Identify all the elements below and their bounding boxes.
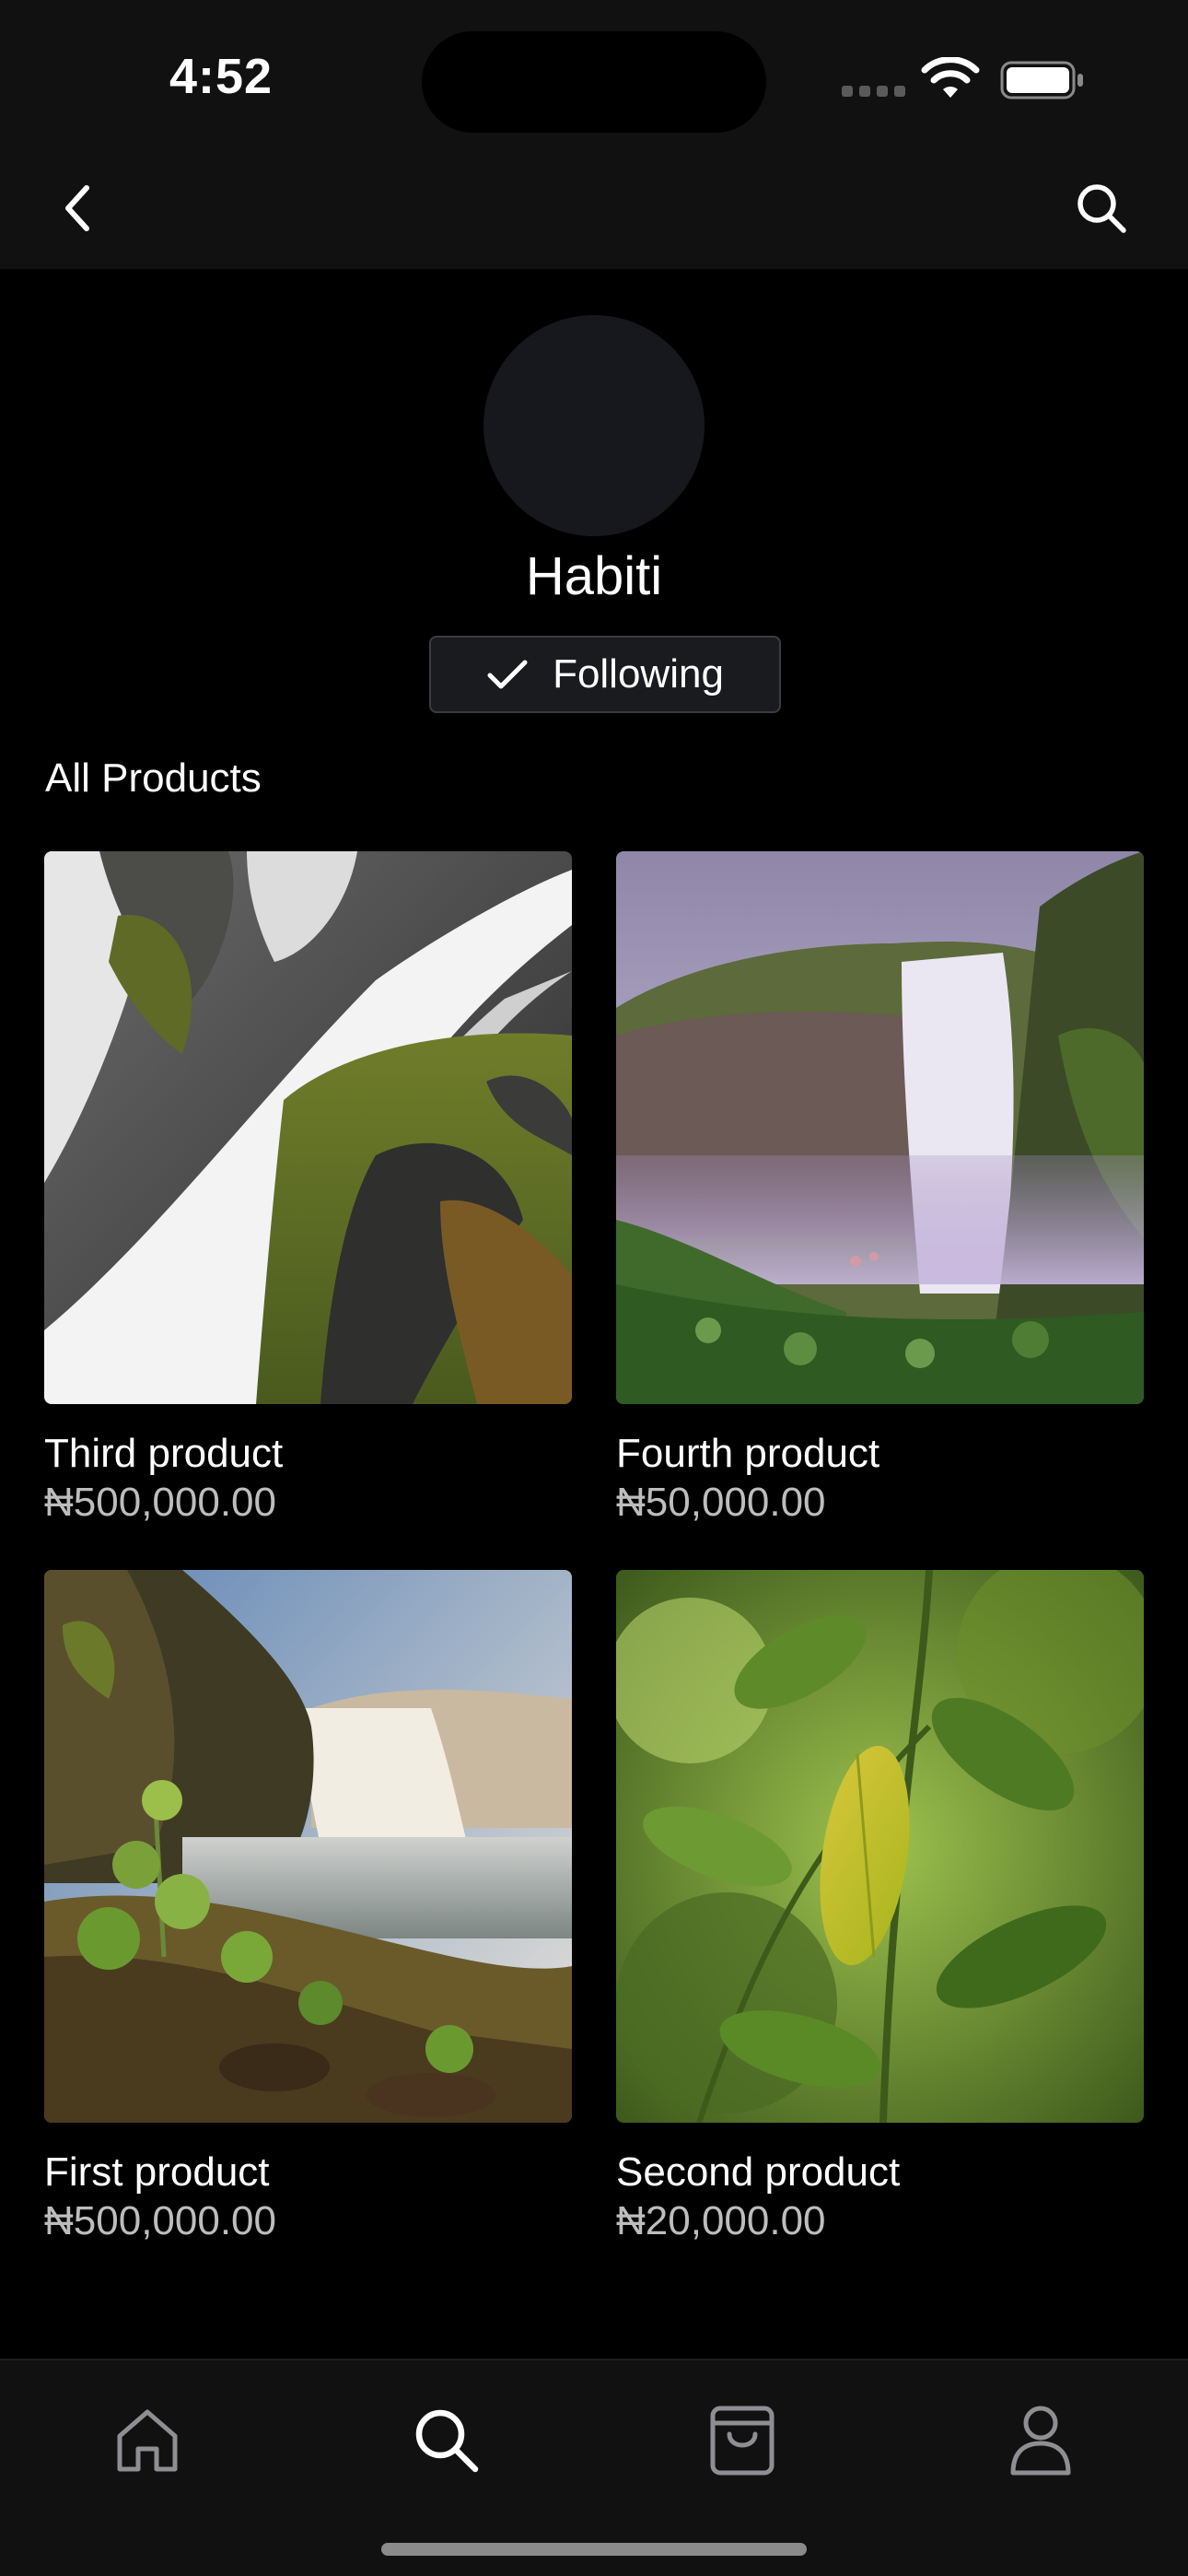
product-price: ₦20,000.00: [616, 2198, 826, 2243]
store-name: Habiti: [525, 546, 663, 606]
checkmark-icon: [487, 660, 528, 689]
product-price: ₦500,000.00: [44, 1480, 276, 1525]
tab-cart[interactable]: [696, 2394, 788, 2486]
product-card[interactable]: Second product ₦20,000.00: [616, 1570, 1144, 2246]
product-card[interactable]: First product ₦500,000.00: [44, 1570, 572, 2246]
product-price: ₦50,000.00: [616, 1480, 826, 1525]
tab-profile[interactable]: [995, 2394, 1087, 2486]
home-indicator[interactable]: [381, 2543, 807, 2556]
search-icon: [415, 2409, 479, 2473]
product-card[interactable]: Fourth product ₦50,000.00: [616, 851, 1144, 1528]
following-label: Following: [553, 651, 724, 697]
product-name: Third product: [44, 1431, 284, 1476]
wifi-icon: [921, 57, 980, 98]
store-avatar: [483, 315, 705, 536]
shopping-bag-icon: [710, 2406, 775, 2476]
product-price: ₦500,000.00: [44, 2198, 276, 2243]
battery-icon: [1000, 61, 1083, 100]
chevron-left-icon: [65, 185, 89, 231]
back-button[interactable]: [44, 175, 111, 241]
product-image: [44, 851, 572, 1404]
person-icon: [1010, 2406, 1071, 2476]
navigation-bar: [0, 147, 1188, 269]
status-bar: 4:52: [0, 0, 1188, 147]
tab-home[interactable]: [101, 2394, 193, 2486]
search-icon: [1077, 184, 1126, 233]
search-button[interactable]: [1068, 175, 1135, 241]
product-card[interactable]: Third product ₦500,000.00: [44, 851, 572, 1528]
product-name: Fourth product: [616, 1431, 880, 1476]
product-name: Second product: [616, 2149, 901, 2195]
product-image: [616, 1570, 1144, 2123]
cellular-signal-icon: [842, 86, 906, 99]
home-icon: [117, 2409, 178, 2472]
section-title: All Products: [45, 755, 262, 801]
following-button[interactable]: Following: [429, 636, 781, 713]
product-image: [616, 851, 1144, 1404]
product-image: [44, 1570, 572, 2123]
dynamic-island: [422, 31, 766, 133]
tab-explore[interactable]: [400, 2394, 492, 2486]
status-time: 4:52: [169, 49, 274, 104]
product-name: First product: [44, 2149, 270, 2195]
